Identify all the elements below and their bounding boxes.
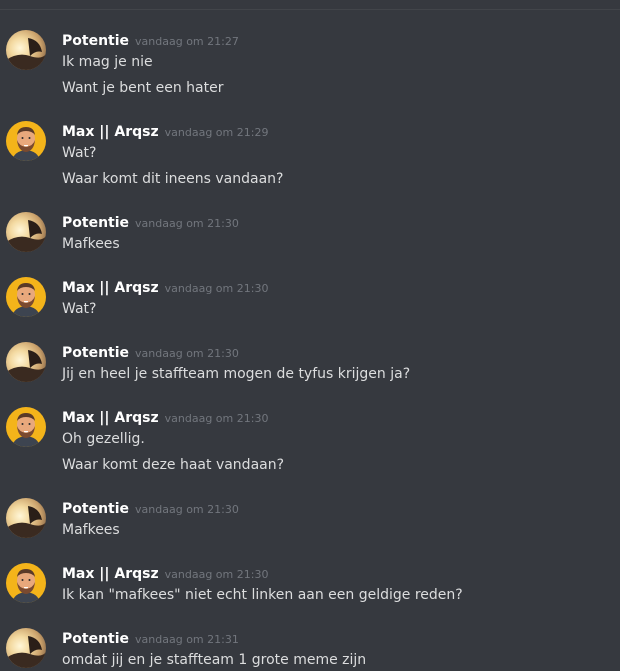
message-header: Potentie vandaag om 21:30	[62, 342, 239, 362]
bearded-man-avatar[interactable]	[6, 407, 46, 447]
message-header: Potentie vandaag om 21:30	[62, 498, 239, 518]
sunset-photo-avatar[interactable]	[6, 212, 46, 252]
sunset-photo-avatar[interactable]	[6, 30, 46, 70]
timestamp: vandaag om 21:31	[135, 633, 239, 646]
sunset-photo-avatar[interactable]	[6, 342, 46, 382]
timestamp: vandaag om 21:29	[164, 126, 269, 139]
bearded-man-avatar[interactable]	[6, 563, 46, 603]
username[interactable]: Potentie	[62, 215, 129, 231]
sunset-photo-avatar[interactable]	[6, 628, 46, 668]
message-text: Oh gezellig.	[62, 431, 145, 447]
message-header: Max || Arqsz vandaag om 21:30	[62, 277, 268, 297]
message-text: Mafkees	[62, 522, 120, 538]
timestamp: vandaag om 21:30	[164, 568, 269, 581]
timestamp: vandaag om 21:30	[164, 282, 269, 295]
bearded-man-avatar[interactable]	[6, 277, 46, 317]
username[interactable]: Max || Arqsz	[62, 280, 159, 296]
chat-message-list: Potentie vandaag om 21:27 Ik mag je nie W…	[0, 0, 620, 671]
message-text: Mafkees	[62, 236, 120, 252]
timestamp: vandaag om 21:30	[135, 217, 239, 230]
message-text: Waar komt deze haat vandaan?	[62, 457, 285, 473]
username[interactable]: Potentie	[62, 501, 129, 517]
message-text: Want je bent een hater	[62, 80, 224, 96]
message-text: Ik mag je nie	[62, 54, 153, 70]
message-header: Max || Arqsz vandaag om 21:30	[62, 563, 268, 583]
message-header: Max || Arqsz vandaag om 21:30	[62, 407, 268, 427]
username[interactable]: Max || Arqsz	[62, 566, 159, 582]
message-text: Jij en heel je staffteam mogen de tyfus …	[62, 366, 411, 382]
top-divider	[0, 9, 620, 10]
timestamp: vandaag om 21:27	[135, 35, 239, 48]
username[interactable]: Potentie	[62, 631, 129, 647]
message-text: Wat?	[62, 145, 97, 161]
message-text: Waar komt dit ineens vandaan?	[62, 171, 284, 187]
username[interactable]: Max || Arqsz	[62, 124, 159, 140]
bearded-man-avatar[interactable]	[6, 121, 46, 161]
timestamp: vandaag om 21:30	[135, 503, 239, 516]
message-header: Potentie vandaag om 21:27	[62, 30, 239, 50]
message-text: Ik kan "mafkees" niet echt linken aan ee…	[62, 587, 463, 603]
timestamp: vandaag om 21:30	[135, 347, 239, 360]
sunset-photo-avatar[interactable]	[6, 498, 46, 538]
message-text: omdat jij en je staffteam 1 grote meme z…	[62, 652, 367, 668]
message-header: Potentie vandaag om 21:30	[62, 212, 239, 232]
username[interactable]: Max || Arqsz	[62, 410, 159, 426]
message-header: Potentie vandaag om 21:31	[62, 628, 239, 648]
message-header: Max || Arqsz vandaag om 21:29	[62, 121, 268, 141]
message-text: Wat?	[62, 301, 97, 317]
username[interactable]: Potentie	[62, 345, 129, 361]
username[interactable]: Potentie	[62, 33, 129, 49]
timestamp: vandaag om 21:30	[164, 412, 269, 425]
